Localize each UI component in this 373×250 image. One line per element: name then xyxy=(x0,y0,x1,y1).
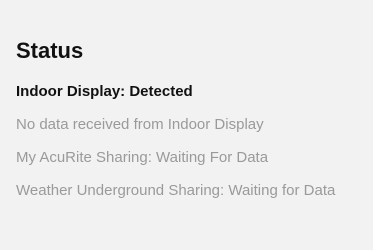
indoor-display-data-status: No data received from Indoor Display xyxy=(16,116,264,133)
status-title: Status xyxy=(16,38,84,63)
status-panel: Status Indoor Display: Detected No data … xyxy=(0,0,373,250)
myacurite-sharing-status: My AcuRite Sharing: Waiting For Data xyxy=(16,149,269,166)
weather-underground-sharing-status: Weather Underground Sharing: Waiting for… xyxy=(16,182,336,199)
indoor-display-status: Indoor Display: Detected xyxy=(16,83,193,100)
